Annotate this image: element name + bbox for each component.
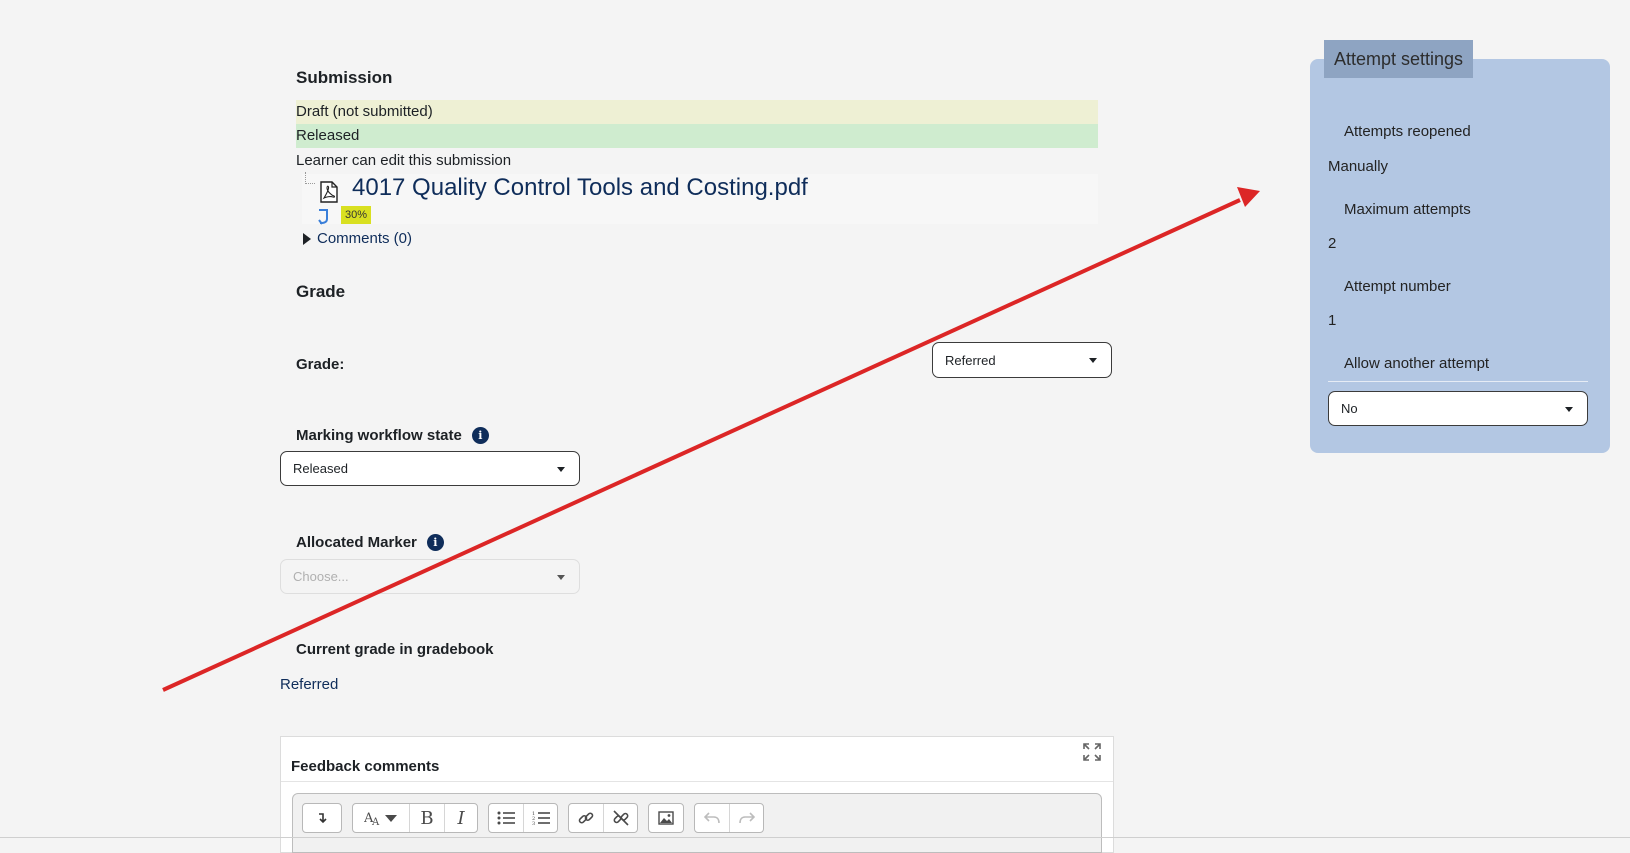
toolbar-group-media (648, 803, 684, 833)
workflow-select[interactable]: Released (280, 451, 580, 486)
unlink-icon[interactable] (603, 804, 637, 832)
allow-another-attempt-label: Allow another attempt (1344, 355, 1490, 372)
toolbar-group-history (694, 803, 764, 833)
link-icon[interactable] (569, 804, 603, 832)
current-grade-label: Current grade in gradebook (296, 641, 494, 658)
toolbar-group-text: AA B I (352, 803, 478, 833)
feedback-title: Feedback comments (291, 758, 440, 775)
status-draft: Draft (not submitted) (296, 100, 1098, 124)
caret-down-icon (1565, 406, 1573, 412)
attempts-reopened-value: Manually (1328, 158, 1389, 175)
expand-icon[interactable] (1082, 742, 1102, 762)
grade-select[interactable]: Referred (932, 342, 1112, 378)
workflow-label-text: Marking workflow state (296, 427, 462, 444)
redo-icon[interactable] (729, 804, 763, 832)
workflow-label: Marking workflow state i (296, 427, 489, 444)
info-icon[interactable]: i (426, 534, 444, 551)
italic-icon[interactable]: I (444, 804, 477, 832)
ordered-list-icon[interactable]: 123 (523, 804, 557, 832)
bold-icon[interactable]: B (409, 804, 444, 832)
tree-connector (305, 172, 315, 184)
caret-down-icon (1089, 358, 1097, 363)
collapse-icon[interactable] (303, 804, 341, 832)
caret-down-icon (557, 466, 565, 472)
status-released: Released (296, 124, 1098, 148)
info-icon[interactable]: i (471, 427, 489, 444)
current-grade-value[interactable]: Referred (280, 676, 338, 693)
marker-select-placeholder: Choose... (293, 569, 349, 584)
submission-heading: Submission (296, 68, 393, 87)
panel-divider (1328, 381, 1588, 382)
comments-toggle[interactable]: Comments (0) (303, 230, 412, 247)
marker-select: Choose... (280, 559, 580, 594)
comments-label: Comments (0) (317, 230, 413, 247)
grade-heading: Grade (296, 282, 346, 301)
feedback-divider (281, 781, 1113, 782)
expand-triangle-icon (303, 232, 311, 245)
svg-text:A: A (371, 817, 380, 826)
originality-report-icon[interactable] (316, 208, 330, 226)
pdf-file-icon (320, 181, 338, 203)
image-icon[interactable] (649, 804, 683, 832)
similarity-score-badge[interactable]: 30% (341, 206, 372, 224)
attempt-settings-title: Attempt settings (1324, 40, 1474, 78)
marker-label: Allocated Marker i (296, 534, 444, 551)
toolbar-group-lists: 123 (488, 803, 558, 833)
toolbar-group-collapse (302, 803, 342, 833)
edit-note: Learner can edit this submission (296, 152, 512, 169)
toolbar-group-links (568, 803, 638, 833)
allow-another-attempt-select[interactable]: No (1328, 391, 1588, 426)
workflow-select-value: Released (293, 461, 348, 476)
undo-icon[interactable] (695, 804, 729, 832)
page-bottom-divider (0, 837, 1630, 838)
svg-text:3: 3 (532, 821, 535, 825)
attempt-number-label: Attempt number (1344, 278, 1451, 295)
allow-another-attempt-value: No (1341, 401, 1358, 416)
font-style-icon[interactable]: AA (353, 804, 409, 832)
marker-label-text: Allocated Marker (296, 534, 417, 551)
submission-file-link[interactable]: 4017 Quality Control Tools and Costing.p… (352, 174, 808, 202)
caret-down-icon (557, 574, 565, 580)
max-attempts-label: Maximum attempts (1344, 201, 1471, 218)
attempt-number-value: 1 (1328, 312, 1337, 329)
grade-select-value: Referred (945, 352, 996, 368)
unordered-list-icon[interactable] (489, 804, 523, 832)
grade-label: Grade: (296, 356, 345, 373)
attempts-reopened-label: Attempts reopened (1344, 123, 1471, 140)
max-attempts-value: 2 (1328, 235, 1337, 252)
